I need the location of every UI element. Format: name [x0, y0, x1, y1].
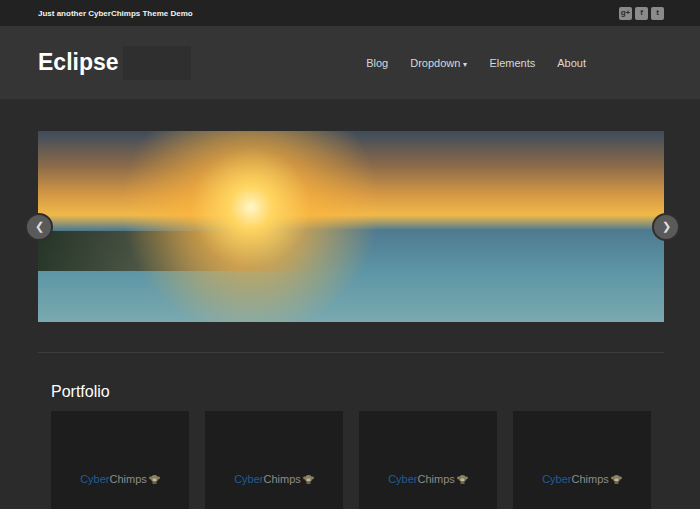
nav-item[interactable]: Dropdown▾	[410, 57, 467, 69]
social-icon[interactable]: t	[651, 7, 664, 20]
separator	[38, 352, 664, 353]
logo-placeholder	[123, 46, 191, 80]
brand-logo: CyberChimps	[542, 473, 622, 485]
nav-item[interactable]: Blog	[366, 57, 388, 69]
portfolio-grid: CyberChimps CyberChimps CyberChimps CyberCh…	[51, 411, 651, 509]
caret-icon: ▾	[463, 60, 467, 69]
brand-logo: CyberChimps	[234, 473, 314, 485]
brand-logo: CyberChimps	[80, 473, 160, 485]
social-icon[interactable]: f	[635, 7, 648, 20]
page: Just another CyberChimps Theme Demog+ftE…	[0, 0, 700, 509]
site-logo[interactable]: Eclipse	[38, 49, 119, 76]
slide-photo	[38, 131, 664, 322]
prev-arrow-icon[interactable]: ❮	[25, 213, 53, 241]
social-icon[interactable]: g+	[619, 7, 632, 20]
monkey-icon	[611, 474, 622, 484]
nav-item[interactable]: Elements	[489, 57, 535, 69]
portfolio-card[interactable]: CyberChimps	[513, 411, 651, 509]
main-content: ❮❯PortfolioCyberChimpsCyberChimpsCyberCh…	[0, 100, 700, 509]
top-bar: Just another CyberChimps Theme Demo g+ft	[0, 0, 700, 26]
portfolio-card[interactable]: CyberChimps	[205, 411, 343, 509]
portfolio-card[interactable]: CyberChimps	[51, 411, 189, 509]
image-slider: ❮❯	[38, 131, 664, 322]
social-links: g+ft	[619, 7, 664, 20]
monkey-icon	[149, 474, 160, 484]
nav-item[interactable]: About	[557, 57, 586, 69]
main-nav: Blog Dropdown▾ Elements About	[366, 57, 586, 69]
tagline: Just another CyberChimps Theme Demo	[38, 9, 193, 18]
next-arrow-icon[interactable]: ❯	[652, 213, 680, 241]
monkey-icon	[457, 474, 468, 484]
portfolio-card[interactable]: CyberChimps	[359, 411, 497, 509]
header: Eclipse Blog Dropdown▾ Elements About	[0, 26, 700, 100]
portfolio-title: Portfolio	[51, 382, 651, 402]
brand-logo: CyberChimps	[388, 473, 468, 485]
portfolio: PortfolioCyberChimpsCyberChimpsCyberChim…	[38, 382, 664, 509]
monkey-icon	[303, 474, 314, 484]
